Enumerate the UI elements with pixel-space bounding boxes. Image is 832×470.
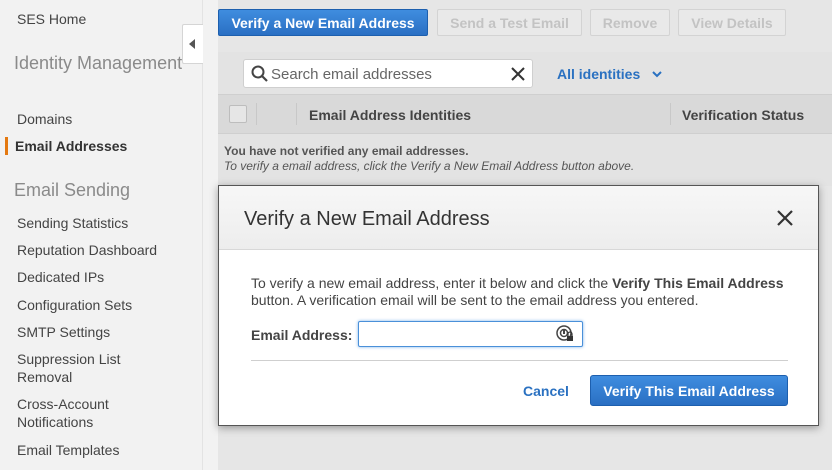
- empty-state-title: You have not verified any email addresse…: [224, 144, 469, 158]
- close-icon[interactable]: [775, 208, 795, 228]
- active-item-marker: [5, 137, 8, 155]
- send-test-email-button[interactable]: Send a Test Email: [437, 9, 582, 36]
- cancel-button[interactable]: Cancel: [523, 383, 569, 399]
- select-all-checkbox[interactable]: [229, 105, 247, 123]
- sidebar-item-dedicated-ips[interactable]: Dedicated IPs: [17, 268, 104, 286]
- password-manager-icon[interactable]: [556, 325, 574, 343]
- search-icon: [251, 65, 268, 82]
- sidebar: SES Home Identity Management Domains Ema…: [0, 0, 203, 470]
- chevron-down-icon: [652, 71, 662, 78]
- modal-divider: [251, 360, 788, 361]
- verify-new-email-button[interactable]: Verify a New Email Address: [218, 9, 428, 36]
- sidebar-item-ses-home[interactable]: SES Home: [17, 10, 86, 28]
- sidebar-item-smtp-settings[interactable]: SMTP Settings: [17, 323, 110, 341]
- modal-title: Verify a New Email Address: [244, 208, 490, 230]
- filter-label: All identities: [557, 66, 641, 82]
- instructions-text: button. A verification email will be sen…: [251, 292, 699, 308]
- email-address-field[interactable]: [358, 321, 583, 347]
- empty-state-hint: To verify a email address, click the Ver…: [224, 159, 635, 173]
- sidebar-item-domains[interactable]: Domains: [17, 110, 72, 128]
- column-header-status[interactable]: Verification Status: [682, 107, 804, 123]
- collapse-sidebar-button[interactable]: [182, 24, 203, 64]
- sidebar-item-email-templates[interactable]: Email Templates: [17, 441, 119, 459]
- view-details-button[interactable]: View Details: [678, 9, 786, 36]
- remove-button[interactable]: Remove: [590, 9, 670, 36]
- sidebar-item-cross-account-notifications[interactable]: Cross-Account Notifications: [17, 395, 137, 431]
- search-input[interactable]: [269, 64, 508, 84]
- column-divider: [256, 103, 257, 125]
- sidebar-item-suppression-list-removal[interactable]: Suppression List Removal: [17, 350, 157, 386]
- sidebar-item-configuration-sets[interactable]: Configuration Sets: [17, 296, 132, 314]
- column-divider: [670, 103, 671, 125]
- search-box: [243, 59, 533, 88]
- section-title: Identity Management: [14, 53, 183, 73]
- table-header: Email Address Identities Verification St…: [218, 94, 832, 134]
- sidebar-item-reputation-dashboard[interactable]: Reputation Dashboard: [17, 241, 157, 259]
- clear-search-icon[interactable]: [511, 67, 525, 81]
- modal-instructions: To verify a new email address, enter it …: [251, 275, 791, 309]
- sidebar-item-sending-statistics[interactable]: Sending Statistics: [17, 214, 128, 232]
- sidebar-section-identity-management: Identity Management: [14, 52, 182, 75]
- sidebar-section-email-sending: Email Sending: [14, 180, 131, 200]
- column-divider: [296, 103, 297, 125]
- sidebar-item-email-addresses[interactable]: Email Addresses: [15, 137, 127, 155]
- modal-header: Verify a New Email Address: [219, 186, 818, 250]
- verify-email-modal: Verify a New Email Address To verify a n…: [218, 185, 819, 426]
- identity-filter-dropdown[interactable]: All identities: [557, 66, 662, 82]
- instructions-text: To verify a new email address, enter it …: [251, 275, 613, 291]
- verify-this-email-button[interactable]: Verify This Email Address: [590, 375, 788, 406]
- email-address-label: Email Address:: [251, 327, 353, 343]
- instructions-emphasis: Verify This Email Address: [612, 275, 784, 291]
- column-header-email[interactable]: Email Address Identities: [309, 107, 471, 123]
